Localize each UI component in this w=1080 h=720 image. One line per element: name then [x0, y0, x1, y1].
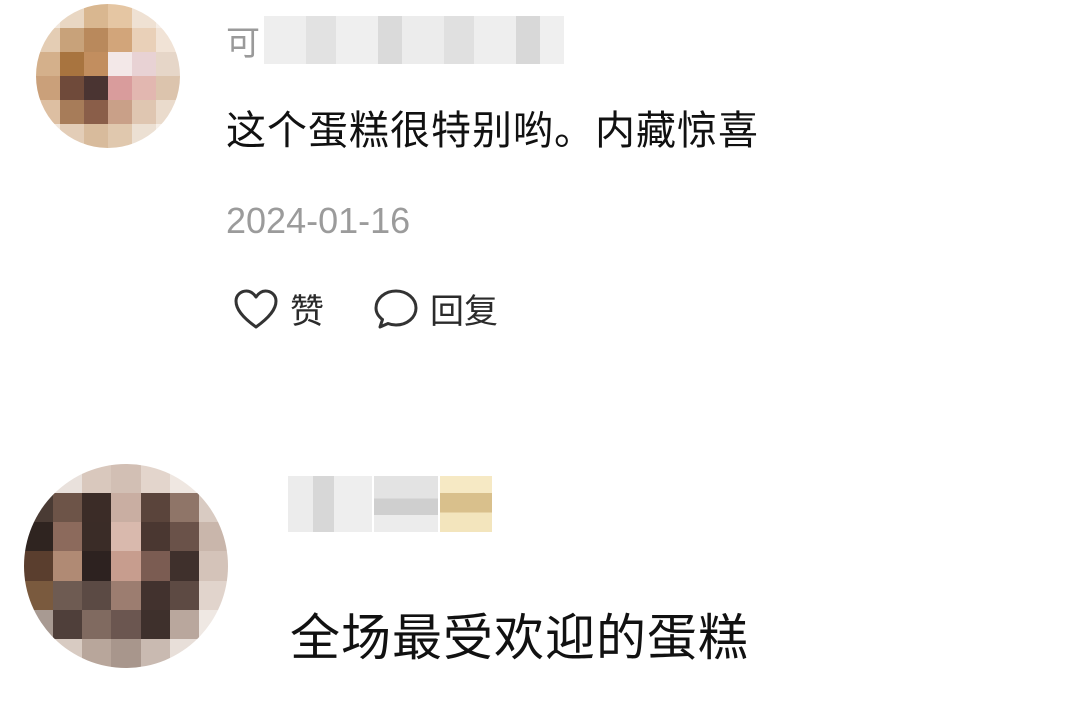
like-label: 赞	[290, 292, 324, 332]
like-button[interactable]: 赞	[232, 284, 324, 333]
comment-item: 全场最受欢迎的蛋糕	[0, 440, 1080, 720]
reply-label: 回复	[430, 292, 498, 332]
avatar[interactable]	[36, 4, 180, 148]
comment-item: 可 这个蛋糕很特别哟。内藏惊喜 2024-01-16 赞 回复	[0, 0, 1080, 400]
username[interactable]: 可	[226, 10, 566, 70]
heart-outline-icon	[234, 289, 278, 328]
comment-actions: 赞 回复	[232, 284, 546, 333]
speech-bubble-outline-icon	[374, 289, 418, 328]
reply-button[interactable]: 回复	[372, 284, 498, 333]
username-mosaic	[288, 476, 372, 532]
comment-text: 这个蛋糕很特别哟。内藏惊喜	[226, 108, 759, 154]
username-first-char: 可	[226, 23, 260, 64]
comment-date: 2024-01-16	[226, 200, 411, 241]
avatar[interactable]	[24, 464, 228, 668]
username[interactable]	[288, 474, 494, 534]
username-emoji-mosaic	[440, 476, 492, 532]
username-mosaic	[264, 16, 564, 64]
comment-text: 全场最受欢迎的蛋糕	[290, 609, 749, 667]
username-mosaic	[374, 476, 438, 532]
